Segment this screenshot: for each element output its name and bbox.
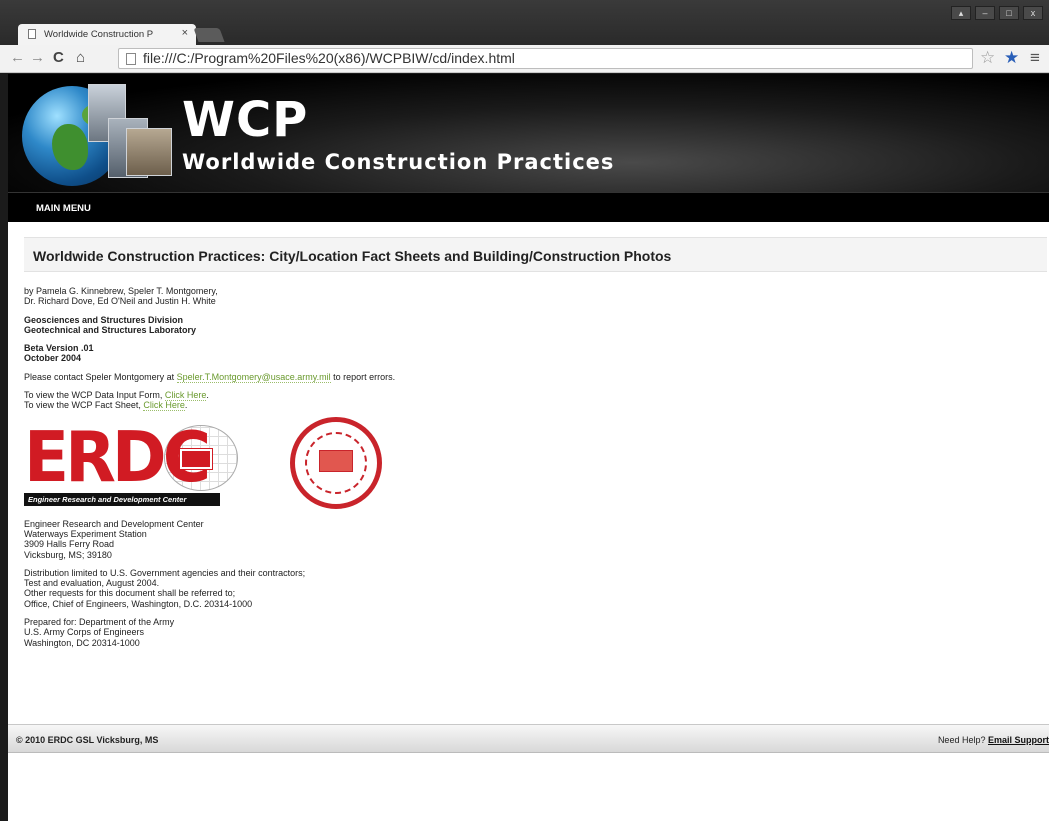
main-content: Worldwide Construction Practices: City/L…	[24, 237, 1047, 656]
home-icon[interactable]: ⌂	[76, 50, 85, 66]
site-logo-title: WCP	[182, 92, 309, 148]
forward-icon[interactable]: →	[30, 50, 45, 66]
url-text: file:///C:/Program%20Files%20(x86)/WCPBI…	[143, 50, 515, 66]
prepared-for: Prepared for: Department of the Army U.S…	[24, 617, 175, 648]
address: Engineer Research and Development Center…	[24, 518, 204, 560]
logos-row: ERDC Engineer Research and Development C…	[24, 416, 1047, 515]
fact-sheet-link[interactable]: Click Here	[143, 400, 185, 412]
page-viewport: WCP Worldwide Construction Practices MAI…	[8, 74, 1049, 821]
page-footer: © 2010 ERDC GSL Vicksburg, MS Need Help?…	[8, 724, 1049, 753]
page-icon	[126, 53, 136, 65]
back-icon[interactable]: ←	[10, 50, 25, 66]
reload-icon[interactable]: C	[53, 50, 64, 66]
minimize-button[interactable]: –	[975, 6, 995, 20]
authors: by Pamela G. Kinnebrew, Speler T. Montgo…	[24, 286, 218, 307]
browser-tabstrip: Worldwide Construction P × ▴ – □ x	[0, 0, 1049, 45]
help-text: Need Help? Email Support	[937, 735, 1049, 745]
erdc-logo: ERDC Engineer Research and Development C…	[24, 422, 239, 507]
contact-email-link[interactable]: Speler.T.Montgomery@usace.army.mil	[176, 371, 331, 383]
tab-close-icon[interactable]: ×	[182, 27, 188, 39]
page-icon	[28, 29, 36, 39]
menu-bar: MAIN MENU	[8, 192, 1049, 222]
building-photo	[126, 128, 172, 176]
distribution-notice: Distribution limited to U.S. Government …	[24, 567, 306, 609]
title-box: Worldwide Construction Practices: City/L…	[24, 237, 1047, 272]
browser-tab[interactable]: Worldwide Construction P ×	[18, 24, 196, 45]
browser-toolbar: ← → C ⌂ file:///C:/Program%20Files%20(x8…	[0, 45, 1049, 73]
copyright-text: © 2010 ERDC GSL Vicksburg, MS	[16, 735, 159, 745]
tab-title: Worldwide Construction P	[44, 29, 154, 40]
menu-icon[interactable]: ≡	[1030, 49, 1040, 67]
site-logo-subtitle: Worldwide Construction Practices	[182, 150, 615, 174]
document-body: by Pamela G. Kinnebrew, Speler T. Montgo…	[24, 272, 1047, 648]
site-banner: WCP Worldwide Construction Practices	[8, 74, 1049, 192]
division: Geosciences and Structures Division Geot…	[24, 314, 197, 335]
corps-of-engineers-seal	[290, 416, 382, 509]
close-window-button[interactable]: x	[1023, 6, 1043, 20]
star-filled-icon[interactable]: ★	[1004, 49, 1019, 67]
page-title: Worldwide Construction Practices: City/L…	[33, 248, 672, 264]
user-icon[interactable]: ▴	[951, 6, 971, 20]
maximize-button[interactable]: □	[999, 6, 1019, 20]
contact-line: Please contact Speler Montgomery at Spel…	[24, 371, 396, 383]
main-menu-link[interactable]: MAIN MENU	[36, 203, 91, 214]
new-tab-button[interactable]	[193, 28, 225, 42]
address-bar[interactable]: file:///C:/Program%20Files%20(x86)/WCPBI…	[118, 48, 973, 69]
castle-icon	[180, 448, 212, 469]
window-controls: ▴ – □ x	[951, 6, 1043, 20]
version: Beta Version .01 October 2004	[24, 343, 94, 364]
view-links: To view the WCP Data Input Form, Click H…	[24, 390, 209, 412]
email-support-link[interactable]: Email Support	[988, 735, 1049, 745]
castle-icon	[319, 449, 353, 472]
star-outline-icon[interactable]: ☆	[980, 49, 995, 67]
